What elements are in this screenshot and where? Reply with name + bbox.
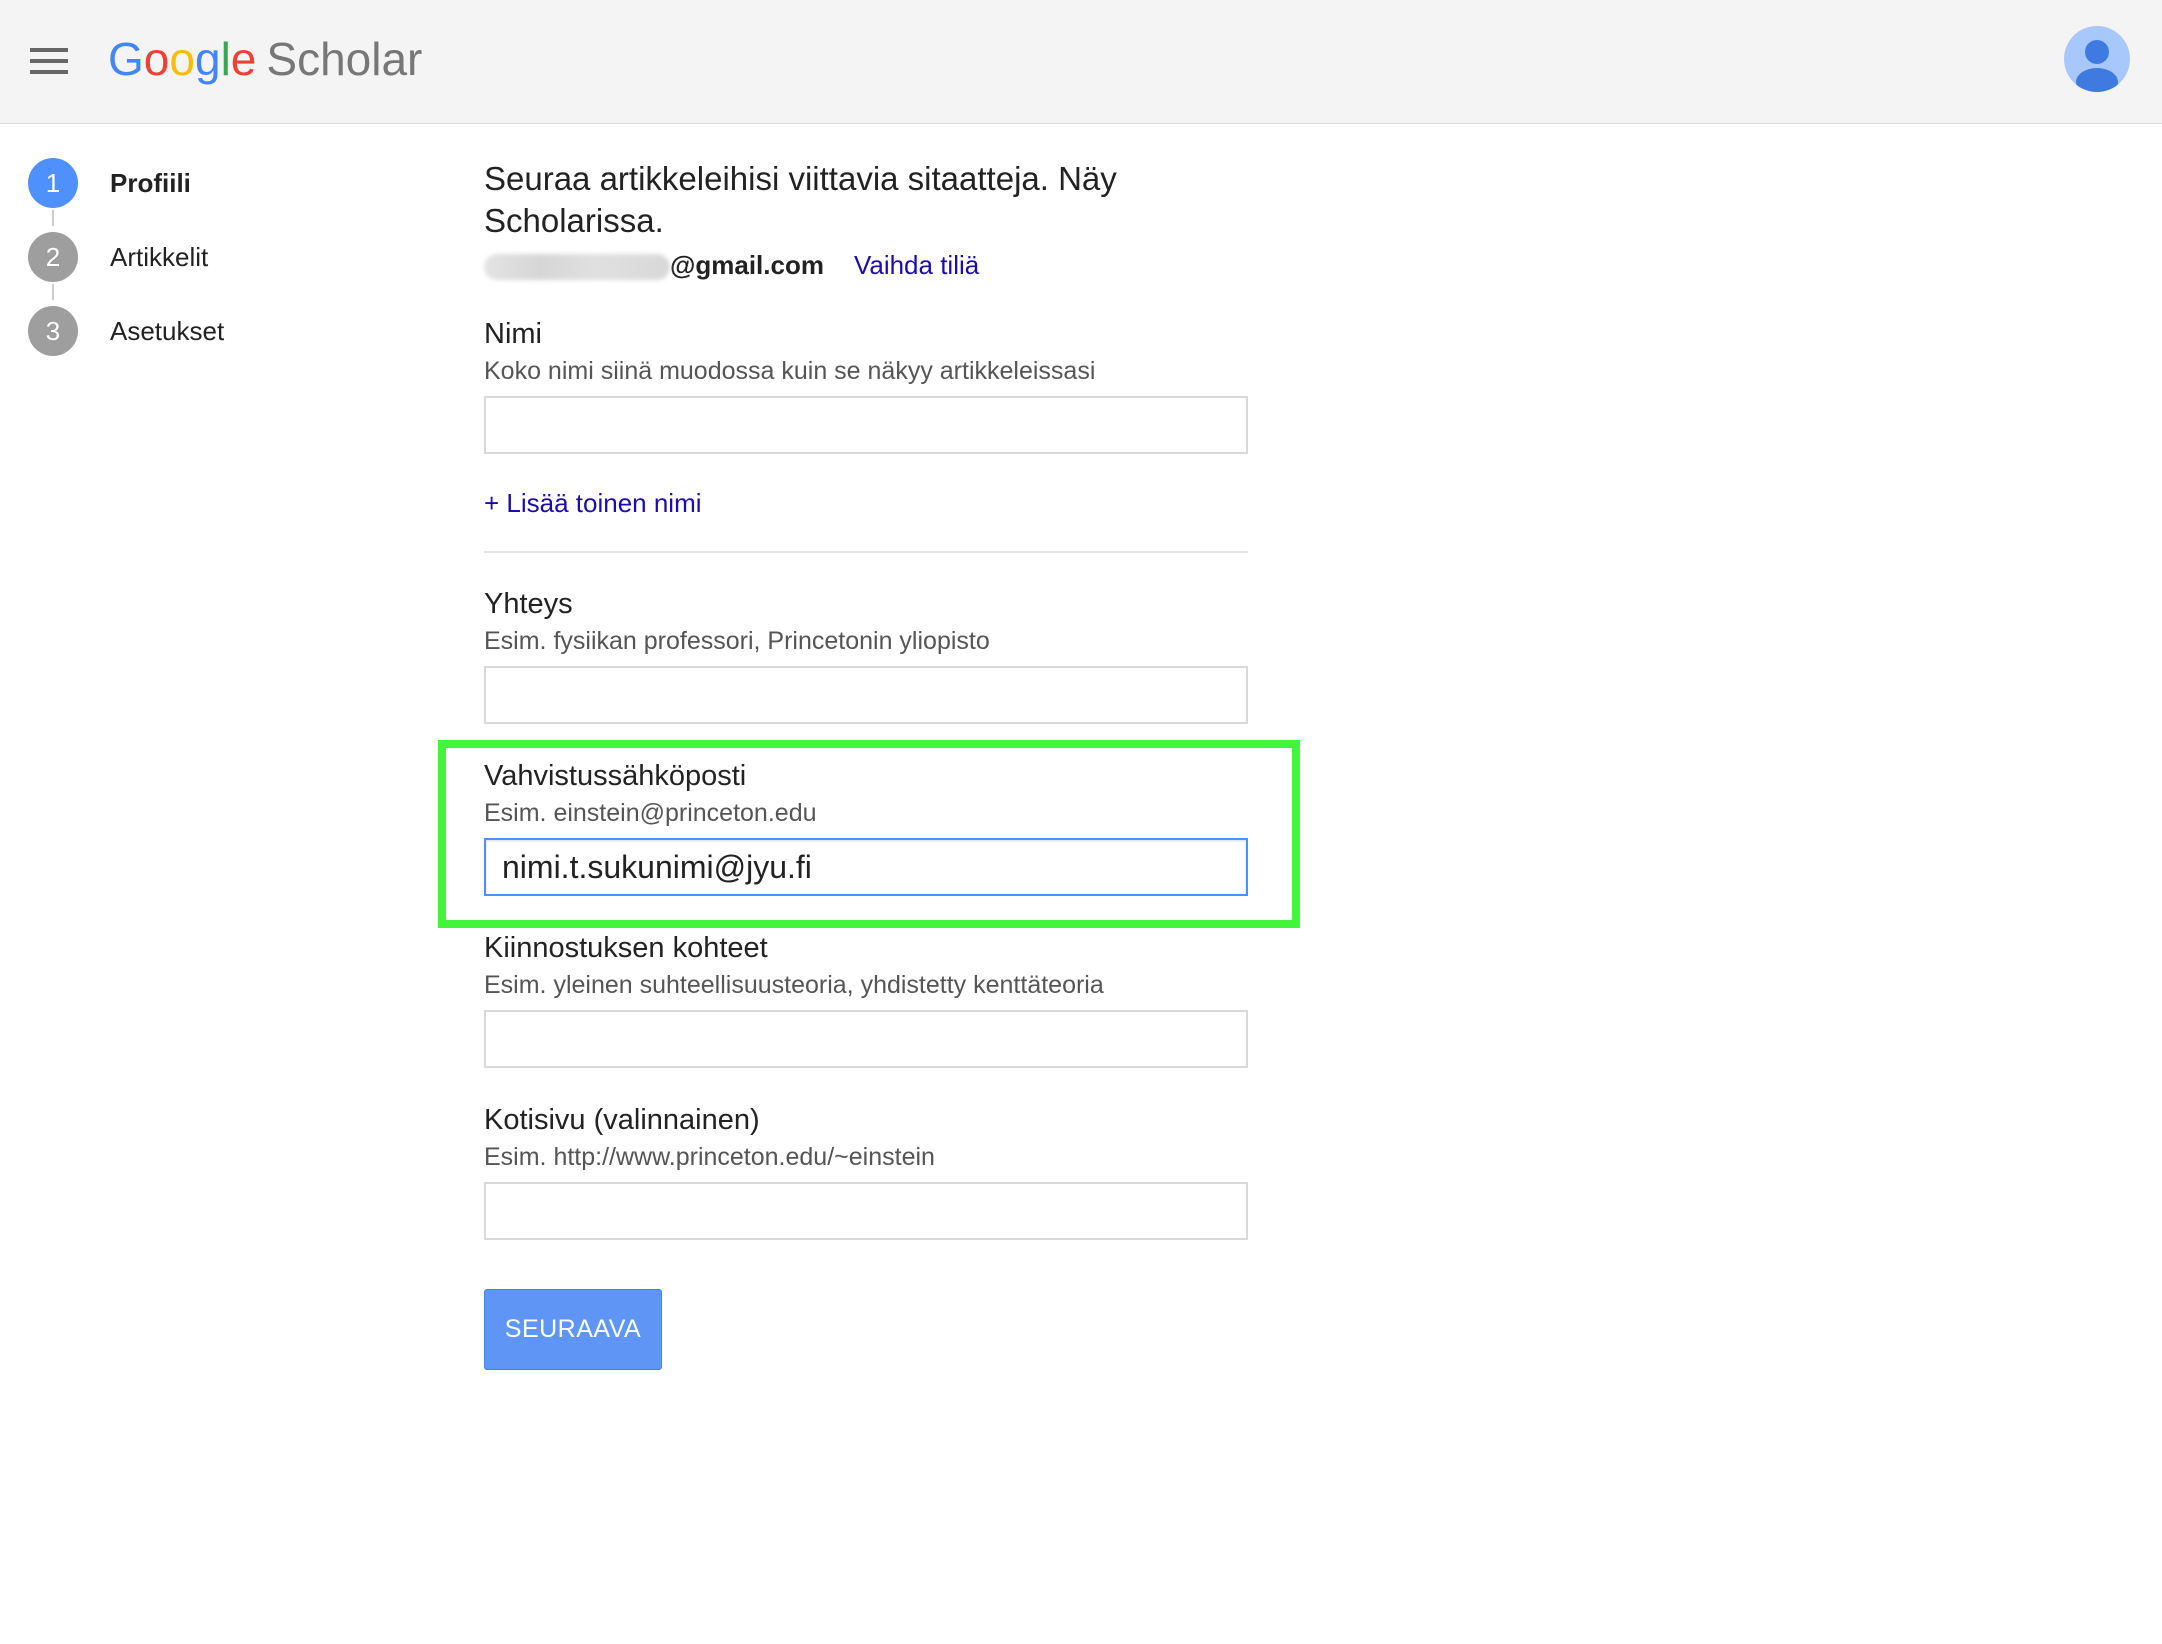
hamburger-menu-icon[interactable] [26, 40, 78, 84]
logo-letter: G [108, 33, 144, 85]
affiliation-label: Yhteys [484, 588, 573, 620]
step-connector [52, 210, 54, 226]
name-hint: Koko nimi siinä muodossa kuin se näkyy a… [484, 357, 1096, 385]
top-app-bar: Google Scholar [0, 0, 2162, 124]
step-label: Profiili [110, 168, 191, 198]
interests-label: Kiinnostuksen kohteet [484, 932, 768, 964]
step-label: Artikkelit [110, 242, 209, 272]
switch-account-link[interactable]: Vaihda tiliä [854, 250, 979, 280]
logo-letter: g [194, 33, 221, 85]
logo-letter: e [230, 33, 257, 85]
logo-letter: o [143, 33, 170, 85]
next-button[interactable]: SEURAAVA [484, 1289, 662, 1370]
step-connector [52, 284, 54, 300]
add-another-name-link[interactable]: + Lisää toinen nimi [484, 486, 702, 520]
logo-letter: o [169, 33, 195, 85]
logo-product-name: Scholar [266, 33, 423, 85]
interests-input[interactable] [484, 1010, 1248, 1068]
affiliation-hint: Esim. fysiikan professori, Princetonin y… [484, 627, 990, 655]
step-number-badge: 1 [28, 158, 78, 208]
step-label: Asetukset [110, 316, 225, 346]
logo-letter: l [220, 33, 231, 85]
affiliation-input[interactable] [484, 666, 1248, 724]
name-label: Nimi [484, 318, 542, 350]
account-row: @gmail.com Vaihda tiliä [484, 248, 979, 284]
step-number-badge: 2 [28, 232, 78, 282]
highlight-annotation-box [438, 740, 1300, 928]
blurred-username [484, 254, 670, 281]
intro-heading: Seuraa artikkeleihisi viittavia sitaatte… [484, 160, 1117, 239]
step-profile[interactable]: 1 Profiili [28, 158, 328, 208]
homepage-input[interactable] [484, 1182, 1248, 1240]
interests-hint: Esim. yleinen suhteellisuusteoria, yhdis… [484, 971, 1104, 999]
step-number-badge: 3 [28, 306, 78, 356]
account-avatar-icon[interactable] [2064, 26, 2130, 92]
section-divider [484, 551, 1248, 553]
google-scholar-logo[interactable]: Google Scholar [108, 26, 422, 96]
step-articles[interactable]: 2 Artikkelit [28, 232, 328, 282]
homepage-hint: Esim. http://www.princeton.edu/~einstein [484, 1143, 935, 1171]
homepage-label: Kotisivu (valinnainen) [484, 1104, 760, 1136]
name-input[interactable] [484, 396, 1248, 454]
step-settings[interactable]: 3 Asetukset [28, 306, 328, 356]
account-email: @gmail.com [670, 250, 824, 280]
